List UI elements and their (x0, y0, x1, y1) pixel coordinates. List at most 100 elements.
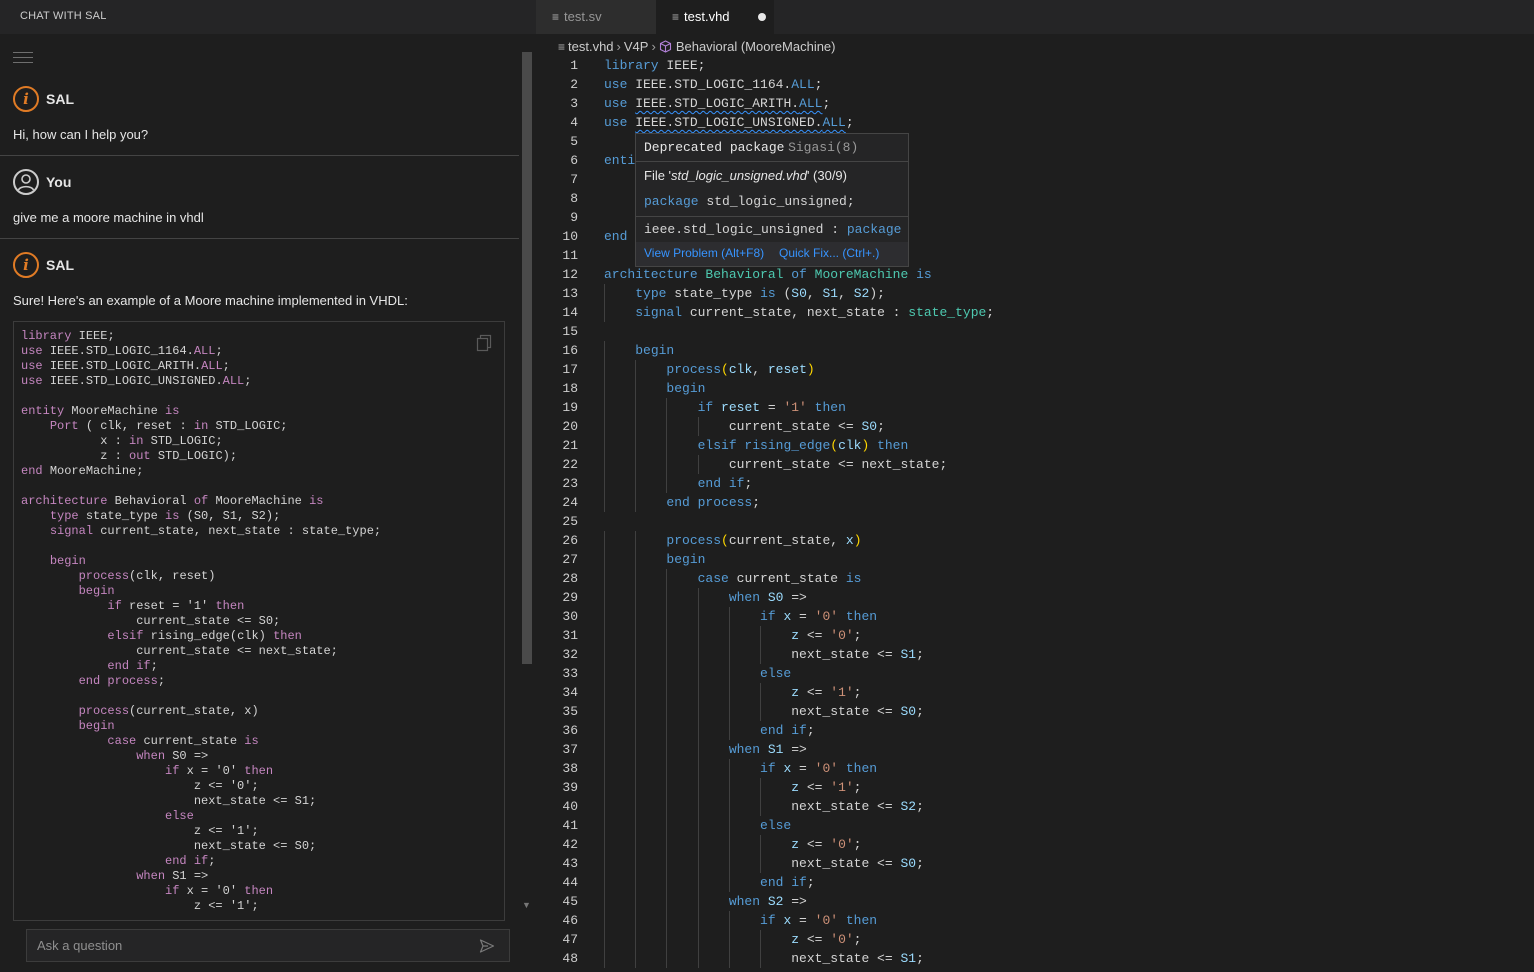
question-input[interactable] (37, 930, 457, 961)
code-text: next_state <= S1; (604, 951, 924, 966)
line-number: 4 (570, 115, 578, 130)
indent-guide (697, 797, 699, 816)
line-number: 18 (562, 381, 578, 396)
send-icon[interactable] (479, 938, 495, 954)
editor-line[interactable]: 12 architecture Behavioral of MooreMachin… (536, 265, 1534, 284)
breadcrumb-library[interactable]: V4P (624, 39, 649, 54)
editor-line[interactable]: 17 process(clk, reset) (536, 360, 1534, 379)
menu-icon[interactable] (13, 52, 33, 64)
indent-guide (604, 626, 605, 645)
editor-line[interactable]: 18 begin (536, 379, 1534, 398)
breadcrumb-file[interactable]: test.vhd (568, 39, 614, 54)
indent-guide (697, 740, 699, 759)
editor-line[interactable]: 30 if x = '0' then (536, 607, 1534, 626)
editor-line[interactable]: 20 current_state <= S0; (536, 417, 1534, 436)
editor-line[interactable]: 45 when S2 => (536, 892, 1534, 911)
indent-guide (604, 474, 605, 493)
indent-guide (697, 683, 699, 702)
question-input-box[interactable] (26, 929, 510, 962)
view-problem-link[interactable]: View Problem (Alt+F8) (644, 246, 764, 260)
quick-fix-link[interactable]: Quick Fix... (Ctrl+.) (779, 246, 879, 260)
hover-title: Deprecated package Sigasi(8) (644, 139, 858, 155)
tab-test-sv[interactable]: ≡ test.sv (536, 0, 656, 34)
code-text: begin (666, 381, 706, 396)
editor-line[interactable]: 16 begin (536, 341, 1534, 360)
editor-line[interactable]: 47 z <= '0'; (536, 930, 1534, 949)
indent-guide (728, 949, 730, 968)
editor-line[interactable]: 46 if x = '0' then (536, 911, 1534, 930)
code-text: architecture Behavioral of MooreMachine … (604, 267, 932, 282)
indent-guide (666, 417, 668, 436)
editor-line[interactable]: 35 next_state <= S0; (536, 702, 1534, 721)
indent-guide (728, 778, 730, 797)
editor-line[interactable]: 4 use IEEE.STD_LOGIC_UNSIGNED.ALL; (536, 113, 1534, 132)
editor-line[interactable]: 14 signal current_state, next_state : st… (536, 303, 1534, 322)
indent-guide (635, 474, 637, 493)
indent-guide (760, 797, 761, 816)
code-text: z <= '0'; (791, 628, 862, 643)
file-lines-icon: ≡ (558, 39, 566, 54)
editor-line[interactable]: 29 when S0 => (536, 588, 1534, 607)
indent-guide (666, 892, 668, 911)
indent-guide (697, 721, 699, 740)
line-number: 17 (562, 362, 578, 377)
editor-line[interactable]: 41 else (536, 816, 1534, 835)
indent-guide (666, 702, 668, 721)
indent-guide (635, 398, 637, 417)
chevron-right-icon: › (651, 39, 656, 55)
editor-line[interactable]: 34 z <= '1'; (536, 683, 1534, 702)
editor-line[interactable]: 23 end if; (536, 474, 1534, 493)
message-author: You (46, 174, 72, 190)
indent-guide (666, 854, 668, 873)
editor-line[interactable]: 36 end if; (536, 721, 1534, 740)
indent-guide (728, 702, 730, 721)
editor-line[interactable]: 42 z <= '0'; (536, 835, 1534, 854)
editor-line[interactable]: 15 (536, 322, 1534, 341)
indent-guide (604, 664, 605, 683)
breadcrumb-architecture[interactable]: Behavioral (MooreMachine) (676, 39, 836, 54)
editor-line[interactable]: 25 (536, 512, 1534, 531)
editor-line[interactable]: 1 library IEEE; (536, 56, 1534, 75)
indent-guide (666, 740, 668, 759)
editor-line[interactable]: 3 use IEEE.STD_LOGIC_ARITH.ALL; (536, 94, 1534, 113)
editor-line[interactable]: 24 end process; (536, 493, 1534, 512)
scroll-down-arrow-icon[interactable]: ▼ (522, 900, 531, 910)
indent-guide (604, 531, 605, 550)
editor-line[interactable]: 22 current_state <= next_state; (536, 455, 1534, 474)
indent-guide (635, 873, 637, 892)
tab-test-vhd[interactable]: ≡ test.vhd (656, 0, 774, 34)
editor-line[interactable]: 44 end if; (536, 873, 1534, 892)
editor-line[interactable]: 43 next_state <= S0; (536, 854, 1534, 873)
line-number: 7 (570, 172, 578, 187)
indent-guide (697, 873, 699, 892)
indent-guide (760, 854, 761, 873)
editor-line[interactable]: 27 begin (536, 550, 1534, 569)
editor-line[interactable]: 39 z <= '1'; (536, 778, 1534, 797)
editor-line[interactable]: 2 use IEEE.STD_LOGIC_1164.ALL; (536, 75, 1534, 94)
indent-guide (728, 664, 730, 683)
code-block-line: next_state <= S0; (193, 839, 317, 853)
editor-line[interactable]: 26 process(current_state, x) (536, 531, 1534, 550)
line-number: 13 (562, 286, 578, 301)
editor-line[interactable]: 21 elsif rising_edge(clk) then (536, 436, 1534, 455)
editor-line[interactable]: 28 case current_state is (536, 569, 1534, 588)
code-block-line: elsif rising_edge(clk) then (107, 629, 302, 643)
editor-line[interactable]: 31 z <= '0'; (536, 626, 1534, 645)
chat-scrollbar-thumb[interactable] (522, 52, 532, 664)
editor-line[interactable]: 33 else (536, 664, 1534, 683)
message-author: SAL (46, 91, 74, 107)
editor-line[interactable]: 13 type state_type is (S0, S1, S2); (536, 284, 1534, 303)
editor-line[interactable]: 19 if reset = '1' then (536, 398, 1534, 417)
indent-guide (635, 588, 637, 607)
line-number: 36 (562, 723, 578, 738)
copy-icon[interactable] (476, 334, 492, 352)
indent-guide (666, 778, 668, 797)
editor-line[interactable]: 48 next_state <= S1; (536, 949, 1534, 968)
editor-line[interactable]: 37 when S1 => (536, 740, 1534, 759)
editor-line[interactable]: 32 next_state <= S1; (536, 645, 1534, 664)
editor-line[interactable]: 40 next_state <= S2; (536, 797, 1534, 816)
indent-guide (666, 797, 668, 816)
unsaved-dot-icon[interactable] (758, 13, 766, 21)
editor-line[interactable]: 38 if x = '0' then (536, 759, 1534, 778)
indent-guide (697, 588, 699, 607)
